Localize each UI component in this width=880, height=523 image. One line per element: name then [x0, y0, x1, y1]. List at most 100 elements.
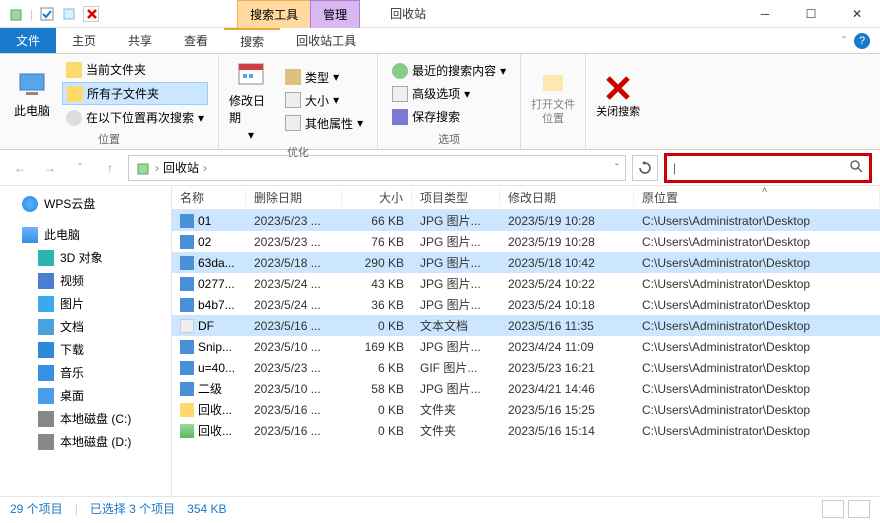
cell-deleted: 2023/5/23 ...: [246, 214, 342, 228]
table-row[interactable]: b4b7...2023/5/24 ...36 KBJPG 图片...2023/5…: [172, 294, 880, 315]
search-again-icon: [66, 110, 82, 126]
ribbon-search-again[interactable]: 在以下位置再次搜索 ▾: [62, 107, 208, 128]
tab-file[interactable]: 文件: [0, 28, 56, 53]
cell-size: 76 KB: [342, 235, 412, 249]
close-x-icon[interactable]: [83, 6, 99, 22]
ribbon-save-search[interactable]: 保存搜索: [388, 106, 510, 127]
breadcrumb[interactable]: › 回收站 › ˇ: [128, 155, 626, 181]
search-input[interactable]: [678, 161, 849, 175]
nav-forward[interactable]: →: [38, 156, 62, 180]
nav-up[interactable]: ↑: [98, 156, 122, 180]
table-row[interactable]: 回收...2023/5/16 ...0 KB文件夹2023/5/16 15:14…: [172, 420, 880, 441]
help-icon[interactable]: ?: [854, 33, 870, 49]
cell-type: JPG 图片...: [412, 338, 500, 355]
chevron-down-icon: ▾: [500, 64, 506, 78]
ribbon-collapse-icon[interactable]: ˇ: [842, 34, 846, 48]
chevron-right-icon[interactable]: ›: [203, 161, 207, 175]
sidebar-item[interactable]: 此电脑: [0, 223, 171, 246]
file-type-icon: [180, 403, 194, 417]
sidebar-item[interactable]: 本地磁盘 (D:): [0, 430, 171, 453]
col-size[interactable]: 大小: [342, 189, 412, 206]
ribbon-recent-search[interactable]: 最近的搜索内容 ▾: [388, 60, 510, 81]
refresh-button[interactable]: [632, 155, 658, 181]
table-row[interactable]: 022023/5/23 ...76 KBJPG 图片...2023/5/19 1…: [172, 231, 880, 252]
tab-search[interactable]: 搜索: [224, 28, 280, 53]
sidebar-item-label: 本地磁盘 (C:): [60, 410, 131, 427]
open-location-icon: [537, 65, 569, 97]
col-deleted[interactable]: 删除日期: [246, 189, 342, 206]
ribbon-this-pc[interactable]: 此电脑: [10, 58, 54, 129]
cell-orig: C:\Users\Administrator\Desktop: [634, 424, 880, 438]
tab-view[interactable]: 查看: [168, 28, 224, 53]
tab-share[interactable]: 共享: [112, 28, 168, 53]
file-name: b4b7...: [198, 298, 235, 312]
file-type-icon: [180, 277, 194, 291]
col-type[interactable]: 项目类型: [412, 189, 500, 206]
ribbon-other-props[interactable]: 其他属性 ▾: [281, 113, 367, 134]
rows-container[interactable]: 012023/5/23 ...66 KBJPG 图片...2023/5/19 1…: [172, 210, 880, 496]
close-button[interactable]: ✕: [834, 0, 880, 28]
col-name[interactable]: 名称: [172, 189, 246, 206]
ribbon-advanced[interactable]: 高级选项 ▾: [388, 83, 510, 104]
status-selected: 已选择 3 个项目: [90, 500, 175, 517]
breadcrumb-item[interactable]: 回收站: [163, 159, 199, 176]
maximize-button[interactable]: ☐: [788, 0, 834, 28]
view-details-button[interactable]: [822, 500, 844, 518]
sidebar-item[interactable]: 音乐: [0, 361, 171, 384]
ribbon-type[interactable]: 类型 ▾: [281, 67, 367, 88]
col-modified[interactable]: 修改日期: [500, 189, 634, 206]
breadcrumb-dropdown[interactable]: ˇ: [615, 161, 619, 175]
ribbon-all-subfolders[interactable]: 所有子文件夹: [62, 82, 208, 105]
sidebar-item[interactable]: WPS云盘: [0, 192, 171, 215]
minimize-button[interactable]: ─: [742, 0, 788, 28]
checkbox-icon[interactable]: [39, 6, 55, 22]
sidebar-item[interactable]: 文档: [0, 315, 171, 338]
sidebar-item[interactable]: 本地磁盘 (C:): [0, 407, 171, 430]
ribbon-current-folder[interactable]: 当前文件夹: [62, 59, 208, 80]
table-row[interactable]: 012023/5/23 ...66 KBJPG 图片...2023/5/19 1…: [172, 210, 880, 231]
sidebar[interactable]: WPS云盘此电脑3D 对象视频图片文档下载音乐桌面本地磁盘 (C:) 本地磁盘 (…: [0, 186, 172, 496]
view-icons-button[interactable]: [848, 500, 870, 518]
search-icon[interactable]: [849, 159, 863, 176]
sidebar-item-label: 音乐: [60, 364, 84, 381]
search-box[interactable]: |: [664, 153, 872, 183]
ribbon-close-search[interactable]: 关闭搜索: [596, 58, 640, 133]
file-type-icon: [180, 235, 194, 249]
sidebar-item[interactable]: 3D 对象: [0, 246, 171, 269]
sidebar-item[interactable]: 视频: [0, 269, 171, 292]
qat-dropdown-icon[interactable]: [61, 6, 77, 22]
recent-icon: [392, 63, 408, 79]
sidebar-item[interactable]: 图片: [0, 292, 171, 315]
context-tab-manage[interactable]: 管理: [310, 0, 360, 28]
table-row[interactable]: 二级2023/5/10 ...58 KBJPG 图片...2023/4/21 1…: [172, 378, 880, 399]
cell-size: 43 KB: [342, 277, 412, 291]
cell-orig: C:\Users\Administrator\Desktop: [634, 256, 880, 270]
close-x-icon: [602, 72, 634, 104]
table-row[interactable]: DF2023/5/16 ...0 KB文本文档2023/5/16 11:35C:…: [172, 315, 880, 336]
ribbon-size[interactable]: 大小 ▾: [281, 90, 367, 111]
nav-history-dropdown[interactable]: ˇ: [68, 156, 92, 180]
file-type-icon: [180, 340, 194, 354]
sidebar-item[interactable]: 桌面: [0, 384, 171, 407]
tab-recycle-tools[interactable]: 回收站工具: [280, 28, 372, 53]
cell-deleted: 2023/5/23 ...: [246, 361, 342, 375]
context-tab-search-tools[interactable]: 搜索工具: [237, 0, 311, 28]
table-row[interactable]: Snip...2023/5/10 ...169 KBJPG 图片...2023/…: [172, 336, 880, 357]
ribbon-modify-date[interactable]: 修改日期 ▾: [229, 58, 273, 142]
col-orig[interactable]: 原位置: [634, 189, 880, 206]
cell-modified: 2023/5/18 10:42: [500, 256, 634, 270]
file-type-icon: [180, 256, 194, 270]
table-row[interactable]: 0277...2023/5/24 ...43 KBJPG 图片...2023/5…: [172, 273, 880, 294]
cell-size: 66 KB: [342, 214, 412, 228]
ribbon-open-location[interactable]: 打开文件位置: [531, 58, 575, 133]
table-row[interactable]: 回收...2023/5/16 ...0 KB文件夹2023/5/16 15:25…: [172, 399, 880, 420]
sidebar-item[interactable]: 下载: [0, 338, 171, 361]
table-row[interactable]: u=40...2023/5/23 ...6 KBGIF 图片...2023/5/…: [172, 357, 880, 378]
table-row[interactable]: 63da...2023/5/18 ...290 KBJPG 图片...2023/…: [172, 252, 880, 273]
ic-disk-icon: [38, 434, 54, 450]
tab-home[interactable]: 主页: [56, 28, 112, 53]
ic-pc-icon: [22, 227, 38, 243]
chevron-right-icon[interactable]: ›: [155, 161, 159, 175]
ic-disk-icon: [38, 411, 54, 427]
nav-back[interactable]: ←: [8, 156, 32, 180]
